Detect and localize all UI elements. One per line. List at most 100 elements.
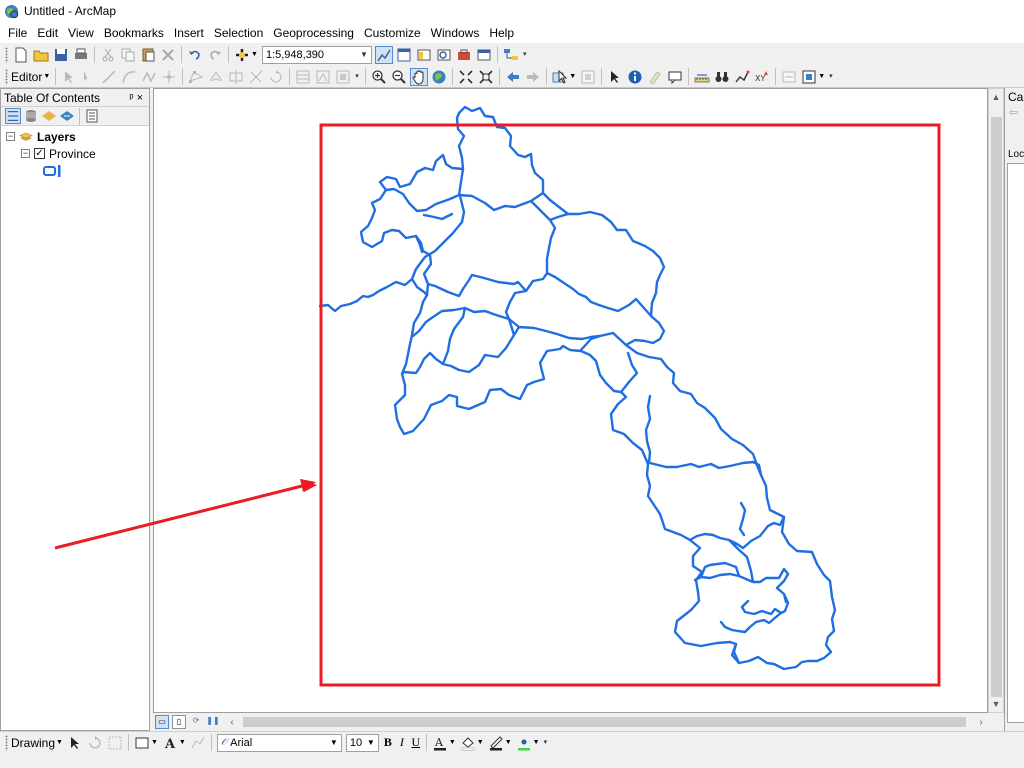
font-color-dropdown-arrow-icon[interactable]: ▼ <box>449 739 456 746</box>
go-to-xy-icon[interactable]: XY <box>753 68 771 86</box>
fill-color-dropdown-arrow-icon[interactable]: ▼ <box>477 739 484 746</box>
zoom-to-selected-elements-icon[interactable] <box>106 734 124 752</box>
python-window-icon[interactable] <box>475 46 493 64</box>
zoom-in-icon[interactable] <box>370 68 388 86</box>
scroll-thumb[interactable] <box>991 117 1002 697</box>
select-features-dropdown-arrow-icon[interactable]: ▼ <box>569 73 576 80</box>
menu-geoprocessing[interactable]: Geoprocessing <box>268 24 359 42</box>
line-color-dropdown-arrow-icon[interactable]: ▼ <box>505 739 512 746</box>
measure-icon[interactable] <box>693 68 711 86</box>
collapse-icon[interactable]: − <box>21 149 30 158</box>
toolbar-grip[interactable] <box>5 46 8 63</box>
callout-icon[interactable] <box>189 734 207 752</box>
toolbar-overflow-icon[interactable]: ▾ <box>523 50 530 60</box>
menu-windows[interactable]: Windows <box>426 24 485 42</box>
paste-icon[interactable] <box>139 46 157 64</box>
fixed-zoom-out-icon[interactable] <box>477 68 495 86</box>
toolbar-overflow-icon[interactable]: ▾ <box>829 72 836 82</box>
edit-tool-icon[interactable] <box>60 68 78 86</box>
save-icon[interactable] <box>52 46 70 64</box>
select-elements-icon[interactable] <box>66 734 84 752</box>
modelbuilder-icon[interactable] <box>502 46 520 64</box>
editor-menu-button[interactable]: Editor <box>11 70 42 84</box>
split-tool-icon[interactable] <box>247 68 265 86</box>
data-frame-label[interactable]: Layers <box>37 130 76 144</box>
full-extent-globe-icon[interactable] <box>430 68 448 86</box>
scroll-thumb[interactable] <box>243 717 966 727</box>
new-document-icon[interactable] <box>12 46 30 64</box>
new-text-icon[interactable]: A <box>161 734 179 752</box>
copy-icon[interactable] <box>119 46 137 64</box>
reshape-feature-icon[interactable] <box>207 68 225 86</box>
layout-view-button[interactable]: ▯ <box>172 715 186 729</box>
rectangle-tool-icon[interactable] <box>133 734 151 752</box>
straight-segment-icon[interactable] <box>100 68 118 86</box>
cut-icon[interactable] <box>99 46 117 64</box>
font-size-combobox[interactable]: 10 ▼ <box>345 733 379 752</box>
menu-bookmarks[interactable]: Bookmarks <box>99 24 169 42</box>
map-horizontal-scrollbar[interactable]: ‹ › <box>225 714 988 730</box>
list-by-drawing-order-icon[interactable] <box>5 108 21 124</box>
print-icon[interactable] <box>72 46 90 64</box>
redo-icon[interactable] <box>206 46 224 64</box>
drawing-menu-button[interactable]: Drawing <box>11 736 55 750</box>
underline-button[interactable]: U <box>409 734 423 752</box>
rectangle-dropdown-arrow-icon[interactable]: ▼ <box>151 739 158 746</box>
scroll-down-arrow-icon[interactable]: ▼ <box>989 696 1003 712</box>
scroll-up-arrow-icon[interactable]: ▲ <box>989 89 1003 105</box>
menu-insert[interactable]: Insert <box>169 24 209 42</box>
sketch-properties-icon[interactable] <box>314 68 332 86</box>
menu-customize[interactable]: Customize <box>359 24 426 42</box>
menu-file[interactable]: File <box>3 24 32 42</box>
toolbar-overflow-icon[interactable]: ▾ <box>544 738 551 748</box>
zoom-out-icon[interactable] <box>390 68 408 86</box>
scroll-left-arrow-icon[interactable]: ‹ <box>225 717 239 728</box>
edit-vertices-icon[interactable] <box>187 68 205 86</box>
catalog-back-arrow-icon[interactable]: ⇦ <box>1005 106 1024 119</box>
cut-polygons-icon[interactable] <box>227 68 245 86</box>
scroll-right-arrow-icon[interactable]: › <box>974 717 988 728</box>
editor-toolbar-toggle-icon[interactable] <box>374 45 393 64</box>
attributes-icon[interactable] <box>294 68 312 86</box>
arctoolbox-icon[interactable] <box>455 46 473 64</box>
clear-selection-icon[interactable] <box>579 68 597 86</box>
text-dropdown-arrow-icon[interactable]: ▼ <box>179 739 186 746</box>
fill-color-icon[interactable] <box>459 734 477 752</box>
delete-icon[interactable] <box>159 46 177 64</box>
identify-icon[interactable] <box>626 68 644 86</box>
pan-hand-icon[interactable] <box>410 67 429 86</box>
undo-icon[interactable] <box>186 46 204 64</box>
marker-color-dropdown-arrow-icon[interactable]: ▼ <box>533 739 540 746</box>
layer-name[interactable]: Province <box>49 147 96 161</box>
catalog-window-icon[interactable] <box>415 46 433 64</box>
map-canvas[interactable] <box>154 89 988 713</box>
back-extent-arrow-icon[interactable] <box>504 68 522 86</box>
line-color-icon[interactable] <box>487 734 505 752</box>
edit-annotation-icon[interactable] <box>80 68 98 86</box>
map-display[interactable] <box>153 88 988 713</box>
close-icon[interactable]: × <box>137 92 146 104</box>
find-route-icon[interactable] <box>733 68 751 86</box>
bold-button[interactable]: B <box>381 734 395 752</box>
catalog-tree-pane[interactable] <box>1007 163 1024 723</box>
fixed-zoom-in-icon[interactable] <box>457 68 475 86</box>
menu-help[interactable]: Help <box>484 24 519 42</box>
select-features-icon[interactable] <box>551 68 569 86</box>
trace-icon[interactable] <box>140 68 158 86</box>
italic-button[interactable]: I <box>395 734 409 752</box>
time-slider-icon[interactable] <box>780 68 798 86</box>
menu-edit[interactable]: Edit <box>32 24 63 42</box>
list-by-selection-icon[interactable] <box>59 108 75 124</box>
map-scale-combobox[interactable]: 1:5,948,390 ▼ <box>261 45 372 64</box>
create-viewer-window-icon[interactable] <box>800 68 818 86</box>
toolbar-overflow-icon[interactable]: ▾ <box>355 72 362 82</box>
point-icon[interactable] <box>160 68 178 86</box>
pause-drawing-icon[interactable]: ❚❚ <box>206 715 220 729</box>
add-data-icon[interactable] <box>233 46 251 64</box>
toc-options-icon[interactable] <box>84 108 100 124</box>
map-vertical-scrollbar[interactable]: ▲ ▼ <box>988 88 1004 713</box>
menu-selection[interactable]: Selection <box>209 24 268 42</box>
list-by-visibility-icon[interactable] <box>41 108 57 124</box>
chevron-down-icon[interactable]: ▼ <box>330 738 338 747</box>
toolbar-grip[interactable] <box>5 734 8 751</box>
